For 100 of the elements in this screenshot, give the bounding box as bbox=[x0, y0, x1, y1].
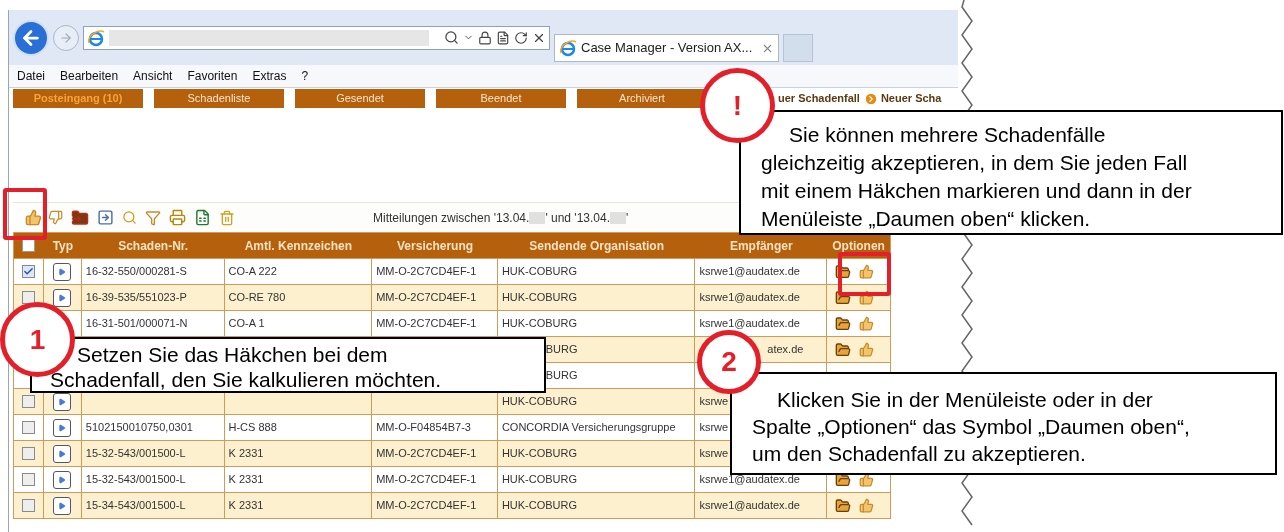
open-button[interactable] bbox=[53, 288, 72, 307]
folder-icon[interactable] bbox=[835, 341, 852, 358]
nav-tab[interactable]: Gesendet bbox=[295, 89, 425, 108]
folder-icon[interactable] bbox=[835, 263, 852, 280]
table-cell-text: K 2331 bbox=[228, 446, 264, 462]
tab-title: Case Manager - Version AX... bbox=[581, 39, 753, 58]
column-header[interactable]: Empfänger bbox=[729, 236, 793, 255]
column-header[interactable]: Typ bbox=[52, 236, 74, 255]
table-cell-text: MM-O-2C7CD4EF-1 bbox=[376, 264, 477, 280]
table-cell-text: ksrwe1@audatex.de bbox=[699, 316, 800, 332]
browser-logo-icon bbox=[87, 28, 105, 47]
open-button[interactable] bbox=[53, 496, 72, 515]
table-cell-text: MM-O-2C7CD4EF-1 bbox=[376, 472, 477, 488]
menu-item[interactable]: Datei bbox=[17, 67, 45, 85]
thumbs-up-icon[interactable] bbox=[859, 316, 875, 331]
date-range-text: Mitteilungen zwischen '13.04. bbox=[373, 209, 530, 227]
column-header[interactable]: Schaden-Nr. bbox=[118, 236, 189, 255]
nav-tab[interactable]: Beendet bbox=[436, 89, 566, 108]
thumbs-down-icon[interactable] bbox=[48, 210, 63, 225]
filter-icon[interactable] bbox=[145, 209, 161, 226]
menu-item[interactable]: Bearbeiten bbox=[60, 67, 119, 85]
table-cell-text: HUK-COBURG bbox=[501, 290, 578, 306]
table-cell-text: 16-31-501/000071-N bbox=[85, 316, 188, 332]
table-cell-text: MM-O-2C7CD4EF-1 bbox=[376, 316, 477, 332]
open-button[interactable] bbox=[53, 418, 72, 437]
nav-tab[interactable]: Posteingang (10) bbox=[13, 89, 143, 108]
page-icon[interactable] bbox=[496, 30, 510, 45]
column-header[interactable]: Sendende Organisation bbox=[529, 236, 664, 255]
table-cell-text: MM-O-2C7CD4EF-1 bbox=[376, 446, 477, 462]
thumbs-up-icon[interactable] bbox=[25, 209, 42, 226]
table-cell-text: MM-O-F04854B7-3 bbox=[376, 420, 471, 436]
highlight-frame bbox=[3, 188, 47, 240]
table-cell-text: CO-RE 780 bbox=[228, 290, 286, 306]
callout-text: Klicken Sie in der Menüleiste oder in der Spalte „Optionen“ das Symbol „Daumen oben“, um den Schadenfall zu akzeptieren. bbox=[730, 372, 1277, 475]
table-cell-text: K 2331 bbox=[228, 472, 264, 488]
table-cell-text: 15-34-543/001500-L bbox=[85, 498, 186, 514]
folder-icon[interactable] bbox=[835, 289, 852, 306]
nav-link[interactable]: Neuer Scha bbox=[880, 90, 942, 107]
row-checkbox[interactable] bbox=[21, 265, 35, 278]
thumbs-up-icon[interactable] bbox=[859, 342, 875, 357]
play-icon bbox=[58, 423, 67, 432]
table-cell-text: ksrwe bbox=[699, 420, 729, 436]
play-icon bbox=[58, 267, 67, 276]
browser-tab[interactable]: Case Manager - Version AX... bbox=[554, 34, 779, 62]
menu-item[interactable]: Extras bbox=[252, 67, 287, 85]
table-cell-text: 5102150010750,0301 bbox=[85, 420, 193, 436]
lock-icon bbox=[478, 30, 492, 45]
callout-text: Sie können mehrere Schadenfälle gleichzeitig akzeptieren, in dem Sie jeden Fall mit einem Häkchen markieren und dann in der Menüleiste „Daumen oben“ klicken. bbox=[739, 110, 1283, 235]
table-cell-text: BURG bbox=[545, 368, 578, 384]
arrow-box-icon[interactable] bbox=[97, 209, 114, 226]
printer-icon[interactable] bbox=[169, 209, 186, 226]
column-header[interactable]: Versicherung bbox=[397, 236, 474, 255]
menu-item[interactable]: Favoriten bbox=[187, 67, 238, 85]
spreadsheet-icon[interactable] bbox=[194, 209, 211, 226]
table-cell-text: CO-A 222 bbox=[228, 264, 277, 280]
row-checkbox[interactable] bbox=[21, 291, 35, 304]
row-checkbox[interactable] bbox=[21, 395, 35, 408]
column-header[interactable]: Optionen bbox=[832, 236, 885, 255]
table-cell-text: ksrwe bbox=[699, 446, 729, 462]
open-button[interactable] bbox=[53, 262, 72, 281]
table-cell-text: 15-32-543/001500-L bbox=[85, 446, 186, 462]
back-button[interactable] bbox=[13, 19, 49, 56]
table-cell-text: H-CS 888 bbox=[228, 420, 277, 436]
date-range-text: ' bbox=[626, 209, 629, 227]
table-cell-text: HUK-COBURG bbox=[501, 264, 578, 280]
row-checkbox[interactable] bbox=[21, 499, 35, 512]
nav-tab[interactable]: Schadenliste bbox=[154, 89, 284, 108]
redacted-block bbox=[610, 211, 627, 224]
table-cell-text: CONCORDIA Versicherungsgruppe bbox=[501, 420, 676, 436]
open-button[interactable] bbox=[53, 470, 72, 489]
thumbs-up-icon[interactable] bbox=[859, 498, 875, 513]
check-icon bbox=[22, 266, 34, 277]
column-header[interactable]: Amtl. Kennzeichen bbox=[244, 236, 352, 255]
table-cell-text: 16-39-535/551023-P bbox=[85, 290, 187, 306]
refresh-icon[interactable] bbox=[514, 30, 528, 45]
row-checkbox[interactable] bbox=[21, 421, 35, 434]
thumbs-up-icon[interactable] bbox=[859, 264, 875, 279]
open-button[interactable] bbox=[53, 444, 72, 463]
table-cell-text: K 2331 bbox=[228, 498, 264, 514]
table-cell-text: 15-32-543/001500-L bbox=[85, 472, 186, 488]
table-cell-text: ksrwe bbox=[699, 394, 729, 410]
row-checkbox[interactable] bbox=[21, 473, 35, 486]
thumbs-up-icon[interactable] bbox=[859, 290, 875, 305]
address-bar[interactable] bbox=[83, 25, 550, 50]
arrow-circle-icon bbox=[863, 91, 878, 106]
play-icon bbox=[58, 475, 67, 484]
date-range-text: ' und '13.04. bbox=[545, 209, 611, 227]
table-cell-text: ksrwe1@audatex.de bbox=[699, 472, 800, 488]
table-cell-text: ksrwe1@audatex.de bbox=[699, 264, 800, 280]
play-icon bbox=[58, 293, 67, 302]
folder-arrow-icon[interactable] bbox=[71, 208, 89, 227]
table-cell-text: atex.de bbox=[767, 342, 804, 358]
folder-icon[interactable] bbox=[835, 497, 852, 514]
menu-item[interactable]: Ansicht bbox=[133, 67, 173, 85]
table-cell-text: MM-O-2C7CD4EF-1 bbox=[376, 290, 477, 306]
menu-item[interactable]: ? bbox=[301, 67, 309, 85]
folder-icon[interactable] bbox=[835, 315, 852, 332]
row-checkbox[interactable] bbox=[21, 447, 35, 460]
search-icon[interactable] bbox=[444, 30, 459, 45]
nav-link[interactable]: uer Schadenfall bbox=[778, 90, 860, 107]
